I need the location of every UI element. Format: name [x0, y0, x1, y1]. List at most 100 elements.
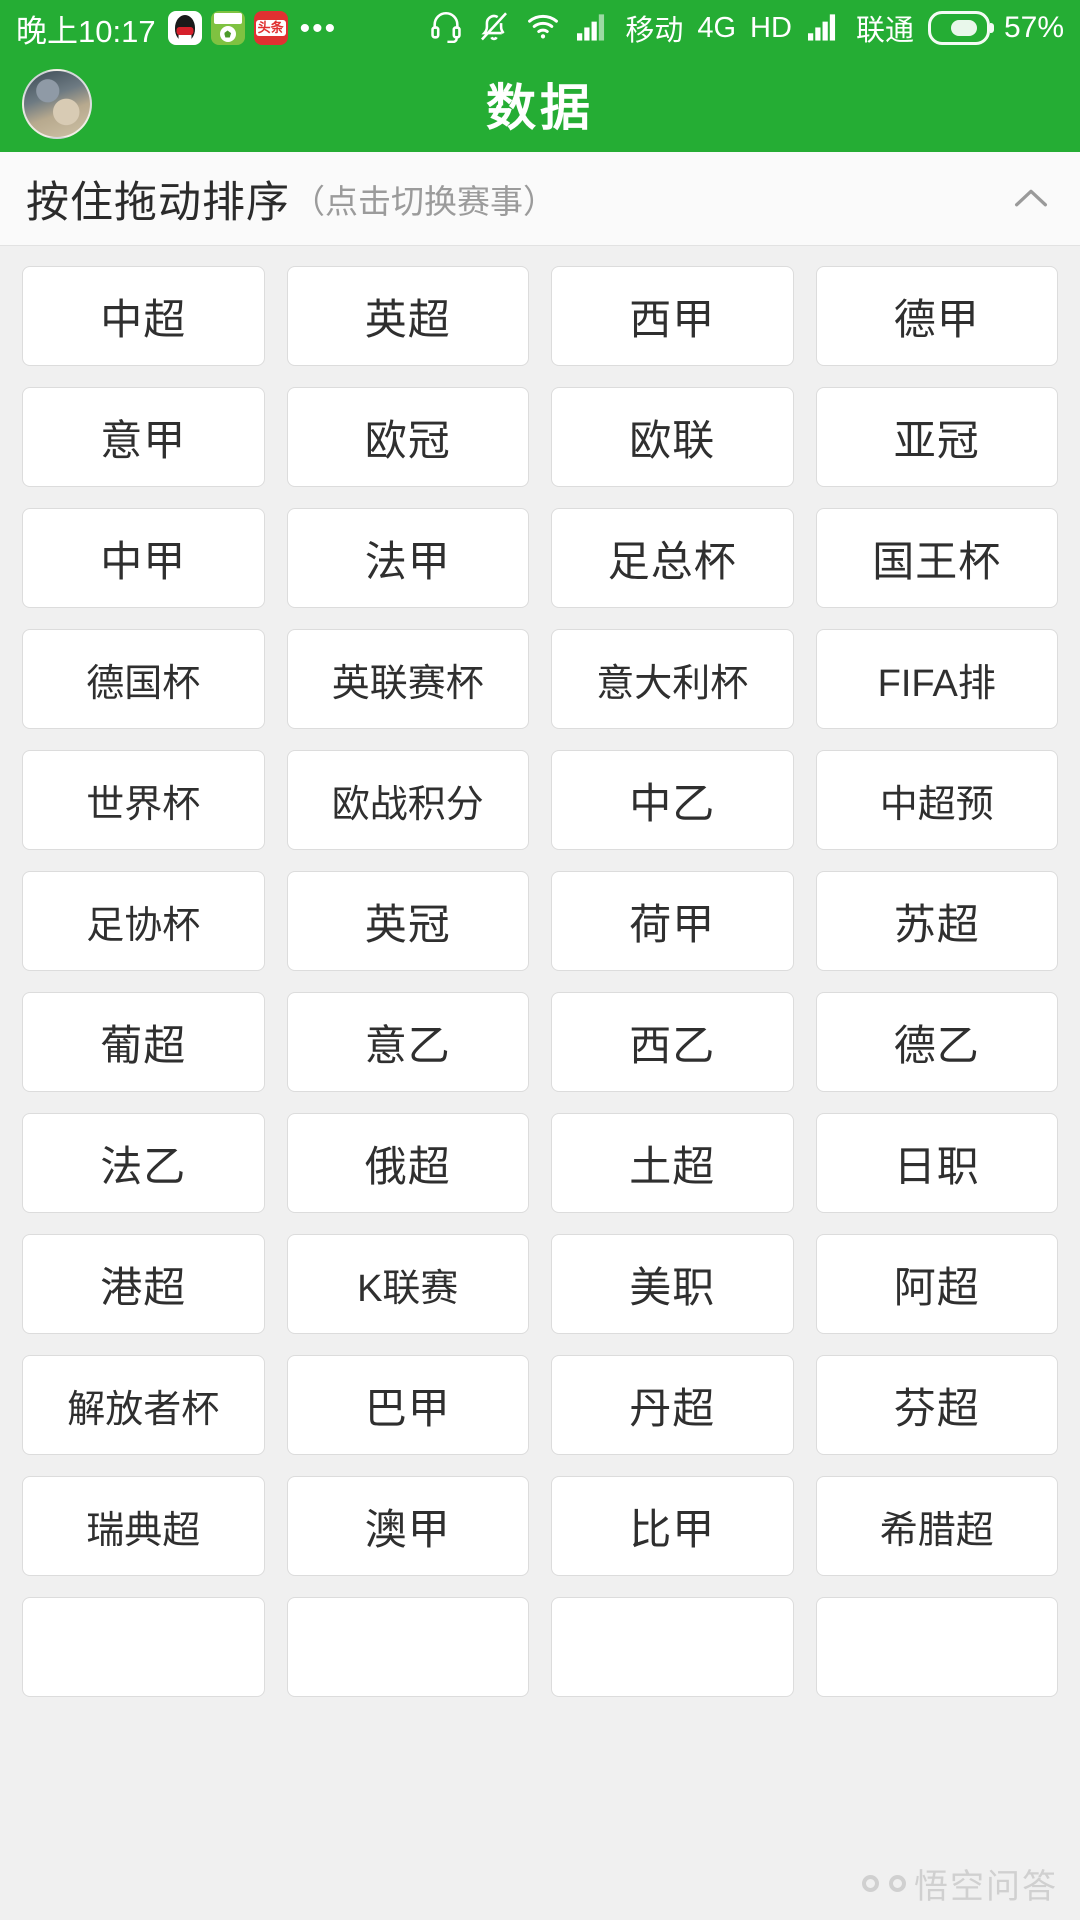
league-chip[interactable]: 欧战积分 [286, 750, 529, 850]
league-chip[interactable]: 巴甲 [286, 1355, 529, 1455]
league-chip[interactable]: 意甲 [22, 387, 265, 487]
league-chip[interactable]: 丹超 [551, 1355, 794, 1455]
league-chip[interactable]: 足协杯 [22, 871, 265, 971]
carrier-label-secondary: 联通 [855, 15, 914, 47]
league-chip-label: 中超预 [879, 783, 994, 826]
league-chip[interactable]: 足总杯 [551, 508, 794, 608]
sort-hint-bar[interactable]: 按住拖动排序 （点击切换赛事） [0, 152, 1080, 246]
league-chip-label: 亚冠 [893, 416, 980, 464]
league-chip-label: 欧联 [629, 416, 716, 464]
league-chip[interactable]: 欧联 [551, 387, 794, 487]
league-chip-label: 足总杯 [607, 537, 737, 585]
hd-label: HD [750, 11, 792, 44]
league-chip[interactable]: 中乙 [551, 750, 794, 850]
wukong-logo-icon [862, 1869, 906, 1899]
league-chip-label: 法乙 [100, 1142, 187, 1190]
battery-icon [927, 11, 990, 45]
league-chip[interactable]: 中甲 [22, 508, 265, 608]
league-chip-label: 德国杯 [86, 662, 201, 705]
league-chip-label: 意甲 [100, 416, 187, 464]
league-chip[interactable]: 英超 [286, 266, 529, 366]
avatar[interactable] [22, 69, 92, 139]
league-chip-label: 解放者杯 [67, 1388, 220, 1431]
league-chip-label: 俄超 [364, 1142, 451, 1190]
league-chip[interactable]: 德乙 [815, 992, 1058, 1092]
league-chip[interactable]: 苏超 [815, 871, 1058, 971]
toutiao-icon-label: 头条 [255, 20, 286, 36]
league-chip[interactable]: 西甲 [551, 266, 794, 366]
league-chip-label: 意乙 [364, 1021, 451, 1069]
league-chip-label: 德乙 [893, 1021, 980, 1069]
league-chip-label: 芬超 [893, 1384, 980, 1432]
league-chip[interactable]: 欧冠 [286, 387, 529, 487]
league-chip[interactable]: 德国杯 [22, 629, 265, 729]
sort-hint-sublabel: （点击切换赛事） [292, 182, 556, 220]
league-chip[interactable]: 德甲 [815, 266, 1058, 366]
league-chip[interactable]: K联赛 [286, 1234, 529, 1334]
league-chip-label: 港超 [100, 1263, 187, 1311]
league-chip-label: 希腊超 [879, 1509, 994, 1552]
league-chip-label: 足协杯 [86, 904, 201, 947]
league-chip[interactable]: 英冠 [286, 871, 529, 971]
league-chip[interactable]: 澳甲 [286, 1476, 529, 1576]
league-chip[interactable]: 意大利杯 [551, 629, 794, 729]
status-bar-system-icons: 移动 4G HD 联通 57% [429, 7, 1064, 49]
league-grid: 中超 英超 西甲 德甲 意甲 欧冠 欧联 亚冠 中甲 法甲 足总杯 国王杯 德国… [22, 266, 1058, 1697]
league-chip[interactable]: 世界杯 [22, 750, 265, 850]
league-chip[interactable] [22, 1597, 265, 1697]
league-chip[interactable]: 解放者杯 [22, 1355, 265, 1455]
bell-muted-icon [477, 9, 511, 48]
league-chip-label: 英冠 [364, 900, 451, 948]
league-chip[interactable]: 法乙 [22, 1113, 265, 1213]
league-chip-label: 世界杯 [86, 783, 201, 826]
league-chip-label: 巴甲 [364, 1384, 451, 1432]
signal-bars-secondary-icon [806, 10, 842, 47]
watermark-label: 悟空问答 [914, 1868, 1058, 1906]
league-chip-label: 比甲 [629, 1505, 716, 1553]
league-chip[interactable]: 俄超 [286, 1113, 529, 1213]
league-chip[interactable]: 美职 [551, 1234, 794, 1334]
league-chip[interactable]: FIFA排 [815, 629, 1058, 729]
league-chip[interactable]: 英联赛杯 [286, 629, 529, 729]
league-chip[interactable]: 芬超 [815, 1355, 1058, 1455]
chevron-up-icon[interactable] [1008, 176, 1054, 222]
league-chip[interactable]: 荷甲 [551, 871, 794, 971]
league-chip[interactable]: 意乙 [286, 992, 529, 1092]
league-chip[interactable]: 比甲 [551, 1476, 794, 1576]
league-chip[interactable] [815, 1597, 1058, 1697]
league-chip-label: 中超 [100, 295, 187, 343]
league-chip-label: 中乙 [629, 779, 716, 827]
league-chip-label: K联赛 [357, 1267, 459, 1310]
league-chip[interactable] [286, 1597, 529, 1697]
league-chip[interactable]: 中超预 [815, 750, 1058, 850]
league-chip[interactable]: 阿超 [815, 1234, 1058, 1334]
league-chip[interactable]: 国王杯 [815, 508, 1058, 608]
league-chip-label: 瑞典超 [86, 1509, 201, 1552]
league-chip-label: 日职 [893, 1142, 980, 1190]
league-chip-label: 西甲 [629, 295, 716, 343]
league-chip-label: 澳甲 [364, 1505, 451, 1553]
sort-hint-label: 按住拖动排序 [26, 178, 290, 227]
status-bar-notification-icons: 头条 [167, 11, 288, 45]
league-chip-label: 欧战积分 [331, 783, 484, 826]
league-chip[interactable]: 港超 [22, 1234, 265, 1334]
league-chip[interactable]: 西乙 [551, 992, 794, 1092]
league-chip[interactable]: 亚冠 [815, 387, 1058, 487]
app-header: 数据 [0, 56, 1080, 152]
headset-icon [429, 9, 463, 48]
league-chip[interactable]: 瑞典超 [22, 1476, 265, 1576]
league-chip[interactable]: 希腊超 [815, 1476, 1058, 1576]
league-chip[interactable]: 日职 [815, 1113, 1058, 1213]
league-chip-label: 法甲 [364, 537, 451, 585]
league-chip-label: 美职 [629, 1263, 716, 1311]
league-chip[interactable]: 法甲 [286, 508, 529, 608]
wifi-icon [525, 9, 561, 48]
league-chip[interactable]: 中超 [22, 266, 265, 366]
league-chip[interactable]: 土超 [551, 1113, 794, 1213]
league-chip-label: 土超 [629, 1142, 716, 1190]
watermark: 悟空问答 [862, 1859, 1058, 1908]
league-chip[interactable]: 葡超 [22, 992, 265, 1092]
football-app-icon [210, 11, 245, 45]
status-bar-overflow-icon: ••• [299, 11, 338, 45]
league-chip[interactable] [551, 1597, 794, 1697]
